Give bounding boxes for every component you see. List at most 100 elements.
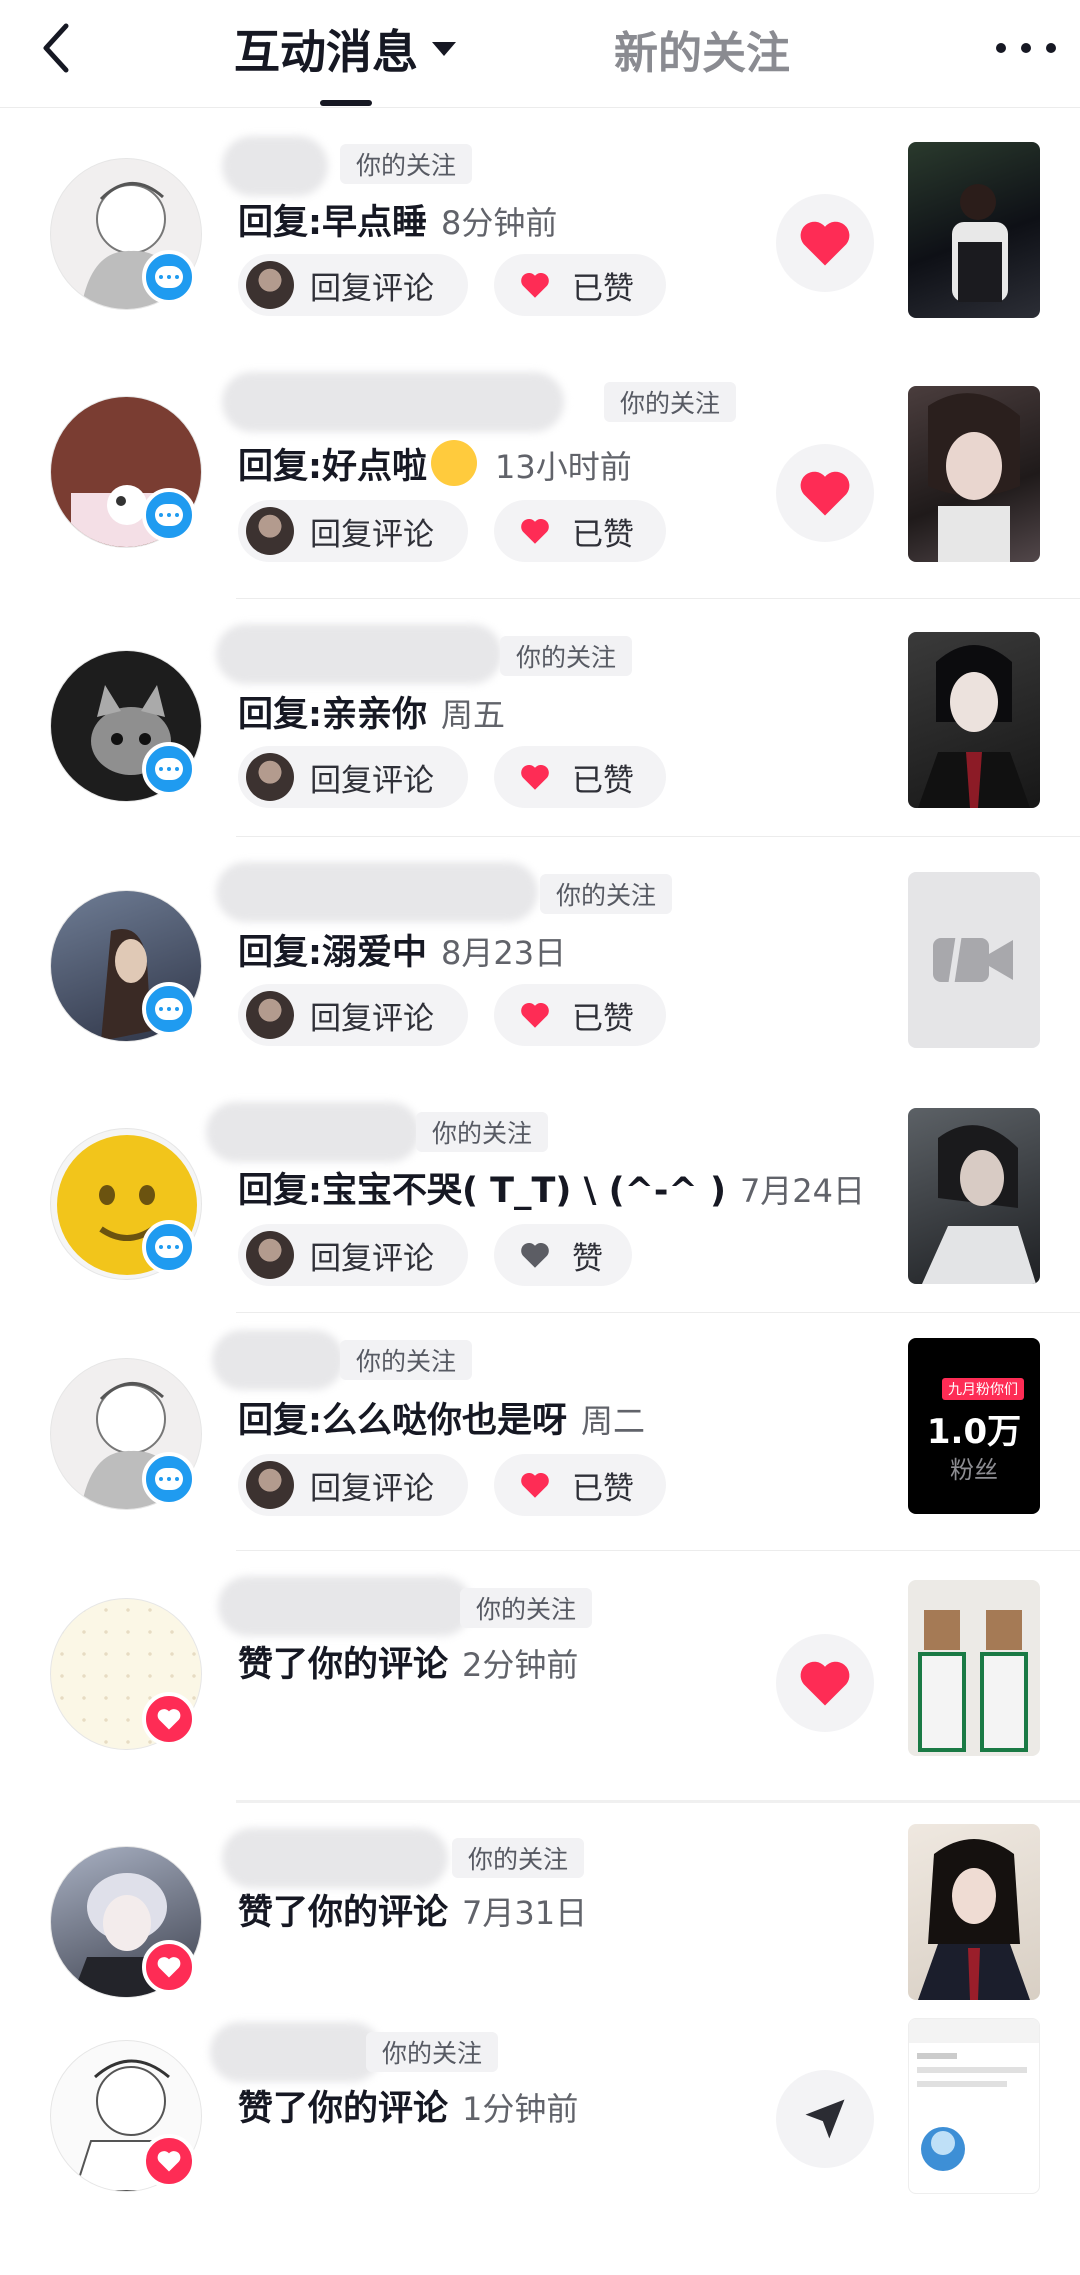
like-heart-button[interactable]: [776, 444, 874, 542]
thumbnail-number: 1.0万: [926, 1412, 1022, 1452]
message-text: 赞了你的评论 1分钟前: [238, 2089, 579, 2129]
list-item[interactable]: 你的关注 回复: 么么哒你也是呀 周二 回复评论 已赞 九月粉你们 1.0万 粉丝: [0, 1312, 1080, 1550]
video-unavailable-thumbnail[interactable]: [908, 872, 1040, 1048]
avatar: [246, 1461, 294, 1509]
liked-button[interactable]: 已赞: [494, 1454, 666, 1516]
following-tag: 你的关注: [500, 636, 633, 676]
heart-icon: [521, 518, 549, 544]
like-heart-button[interactable]: [776, 1634, 874, 1732]
post-thumbnail[interactable]: [908, 1108, 1040, 1284]
heart-icon: [521, 764, 549, 790]
comment-badge-icon: [142, 488, 196, 542]
message-text: 回复: 宝宝不哭( T_T) \ (^-^ ) 7月24日: [238, 1171, 866, 1211]
message-text: 回复: 么么哒你也是呀 周二: [238, 1401, 646, 1441]
username-blurred: [222, 1828, 448, 1888]
list-item[interactable]: 你的关注 回复: 早点睡 8分钟前 回复评论 已赞: [0, 108, 1080, 346]
comment-badge-icon: [142, 1220, 196, 1274]
video-off-icon: [933, 933, 1013, 987]
send-icon: [805, 2099, 845, 2139]
post-thumbnail[interactable]: [908, 2018, 1040, 2194]
reply-comment-button[interactable]: 回复评论: [238, 1224, 468, 1286]
tab-interactions-label: 互动消息: [234, 25, 418, 79]
reply-comment-button[interactable]: 回复评论: [238, 500, 468, 562]
like-button[interactable]: 赞: [494, 1224, 632, 1286]
more-icon[interactable]: [996, 24, 1056, 72]
heart-icon: [521, 1472, 549, 1498]
list-item[interactable]: 你的关注 回复: 宝宝不哭( T_T) \ (^-^ ) 7月24日 回复评论 赞: [0, 1074, 1080, 1312]
reply-comment-button[interactable]: 回复评论: [238, 984, 468, 1046]
message-text: 回复: 溺爱中 8月23日: [238, 933, 567, 973]
avatar: [246, 507, 294, 555]
heart-icon: [521, 272, 549, 298]
avatar: [246, 261, 294, 309]
divider: [236, 1800, 1080, 1803]
post-thumbnail[interactable]: [908, 386, 1040, 562]
message-text: 回复: 好点啦 13小时前: [238, 432, 632, 489]
following-tag: 你的关注: [416, 1112, 549, 1152]
divider: [236, 836, 1080, 837]
list-item[interactable]: 你的关注 赞了你的评论 7月31日: [0, 1800, 1080, 2018]
back-icon[interactable]: [30, 18, 90, 78]
following-tag: 你的关注: [540, 874, 673, 914]
list-item[interactable]: 你的关注 赞了你的评论 1分钟前: [0, 2018, 1080, 2240]
caret-down-icon: [432, 42, 456, 56]
like-badge-icon: [142, 2134, 196, 2188]
post-thumbnail[interactable]: [908, 1824, 1040, 2000]
like-badge-icon: [142, 1692, 196, 1746]
reply-comment-button[interactable]: 回复评论: [238, 254, 468, 316]
avatar: [246, 753, 294, 801]
tab-interactions[interactable]: 互动消息: [234, 14, 456, 84]
username-blurred: [216, 862, 538, 922]
divider: [236, 598, 1080, 599]
hug-emoji-icon: [431, 440, 478, 486]
comment-badge-icon: [142, 742, 196, 796]
active-tab-indicator: [320, 100, 372, 106]
username-blurred: [222, 136, 328, 196]
like-badge-icon: [142, 1940, 196, 1994]
username-blurred: [218, 1576, 472, 1636]
message-text: 回复: 早点睡 8分钟前: [238, 203, 558, 243]
message-text: 赞了你的评论 2分钟前: [238, 1645, 579, 1685]
avatar: [246, 1231, 294, 1279]
following-tag: 你的关注: [366, 2032, 499, 2072]
post-thumbnail[interactable]: [908, 142, 1040, 318]
username-blurred: [212, 1330, 344, 1390]
post-thumbnail[interactable]: [908, 1580, 1040, 1756]
reply-comment-button[interactable]: 回复评论: [238, 746, 468, 808]
liked-button[interactable]: 已赞: [494, 984, 666, 1046]
list-item[interactable]: 你的关注 回复: 亲亲你 周五 回复评论 已赞: [0, 598, 1080, 836]
post-thumbnail[interactable]: [908, 632, 1040, 808]
list-item[interactable]: 你的关注 回复: 溺爱中 8月23日 回复评论 已赞: [0, 836, 1080, 1074]
heart-icon: [800, 221, 850, 266]
list-item[interactable]: 你的关注 回复: 好点啦 13小时前 回复评论 已赞: [0, 346, 1080, 598]
divider: [236, 1312, 1080, 1313]
avatar: [246, 991, 294, 1039]
liked-button[interactable]: 已赞: [494, 254, 666, 316]
liked-button[interactable]: 已赞: [494, 746, 666, 808]
heart-icon: [800, 471, 850, 516]
following-tag: 你的关注: [340, 1340, 473, 1380]
following-tag: 你的关注: [340, 144, 473, 184]
heart-icon: [800, 1661, 850, 1706]
comment-badge-icon: [142, 250, 196, 304]
comment-badge-icon: [142, 982, 196, 1036]
tab-new-follows[interactable]: 新的关注: [614, 14, 790, 84]
share-button[interactable]: [776, 2070, 874, 2168]
list-item[interactable]: 你的关注 赞了你的评论 2分钟前: [0, 1550, 1080, 1800]
username-blurred: [206, 1102, 420, 1162]
heart-icon: [521, 1002, 549, 1028]
reply-comment-button[interactable]: 回复评论: [238, 1454, 468, 1516]
comment-badge-icon: [142, 1452, 196, 1506]
message-text: 赞了你的评论 7月31日: [238, 1893, 588, 1933]
following-tag: 你的关注: [604, 382, 737, 422]
thumbnail-title: 九月粉你们: [942, 1378, 1024, 1400]
message-list: 你的关注 回复: 早点睡 8分钟前 回复评论 已赞 你的关注 回复: 好点啦 13小…: [0, 108, 1080, 2240]
following-tag: 你的关注: [460, 1588, 593, 1628]
liked-button[interactable]: 已赞: [494, 500, 666, 562]
post-thumbnail[interactable]: 九月粉你们 1.0万 粉丝: [908, 1338, 1040, 1514]
thumbnail-sub: 粉丝: [950, 1456, 998, 1484]
divider: [236, 1550, 1080, 1551]
username-blurred: [216, 624, 502, 684]
username-blurred: [222, 372, 564, 432]
like-heart-button[interactable]: [776, 194, 874, 292]
